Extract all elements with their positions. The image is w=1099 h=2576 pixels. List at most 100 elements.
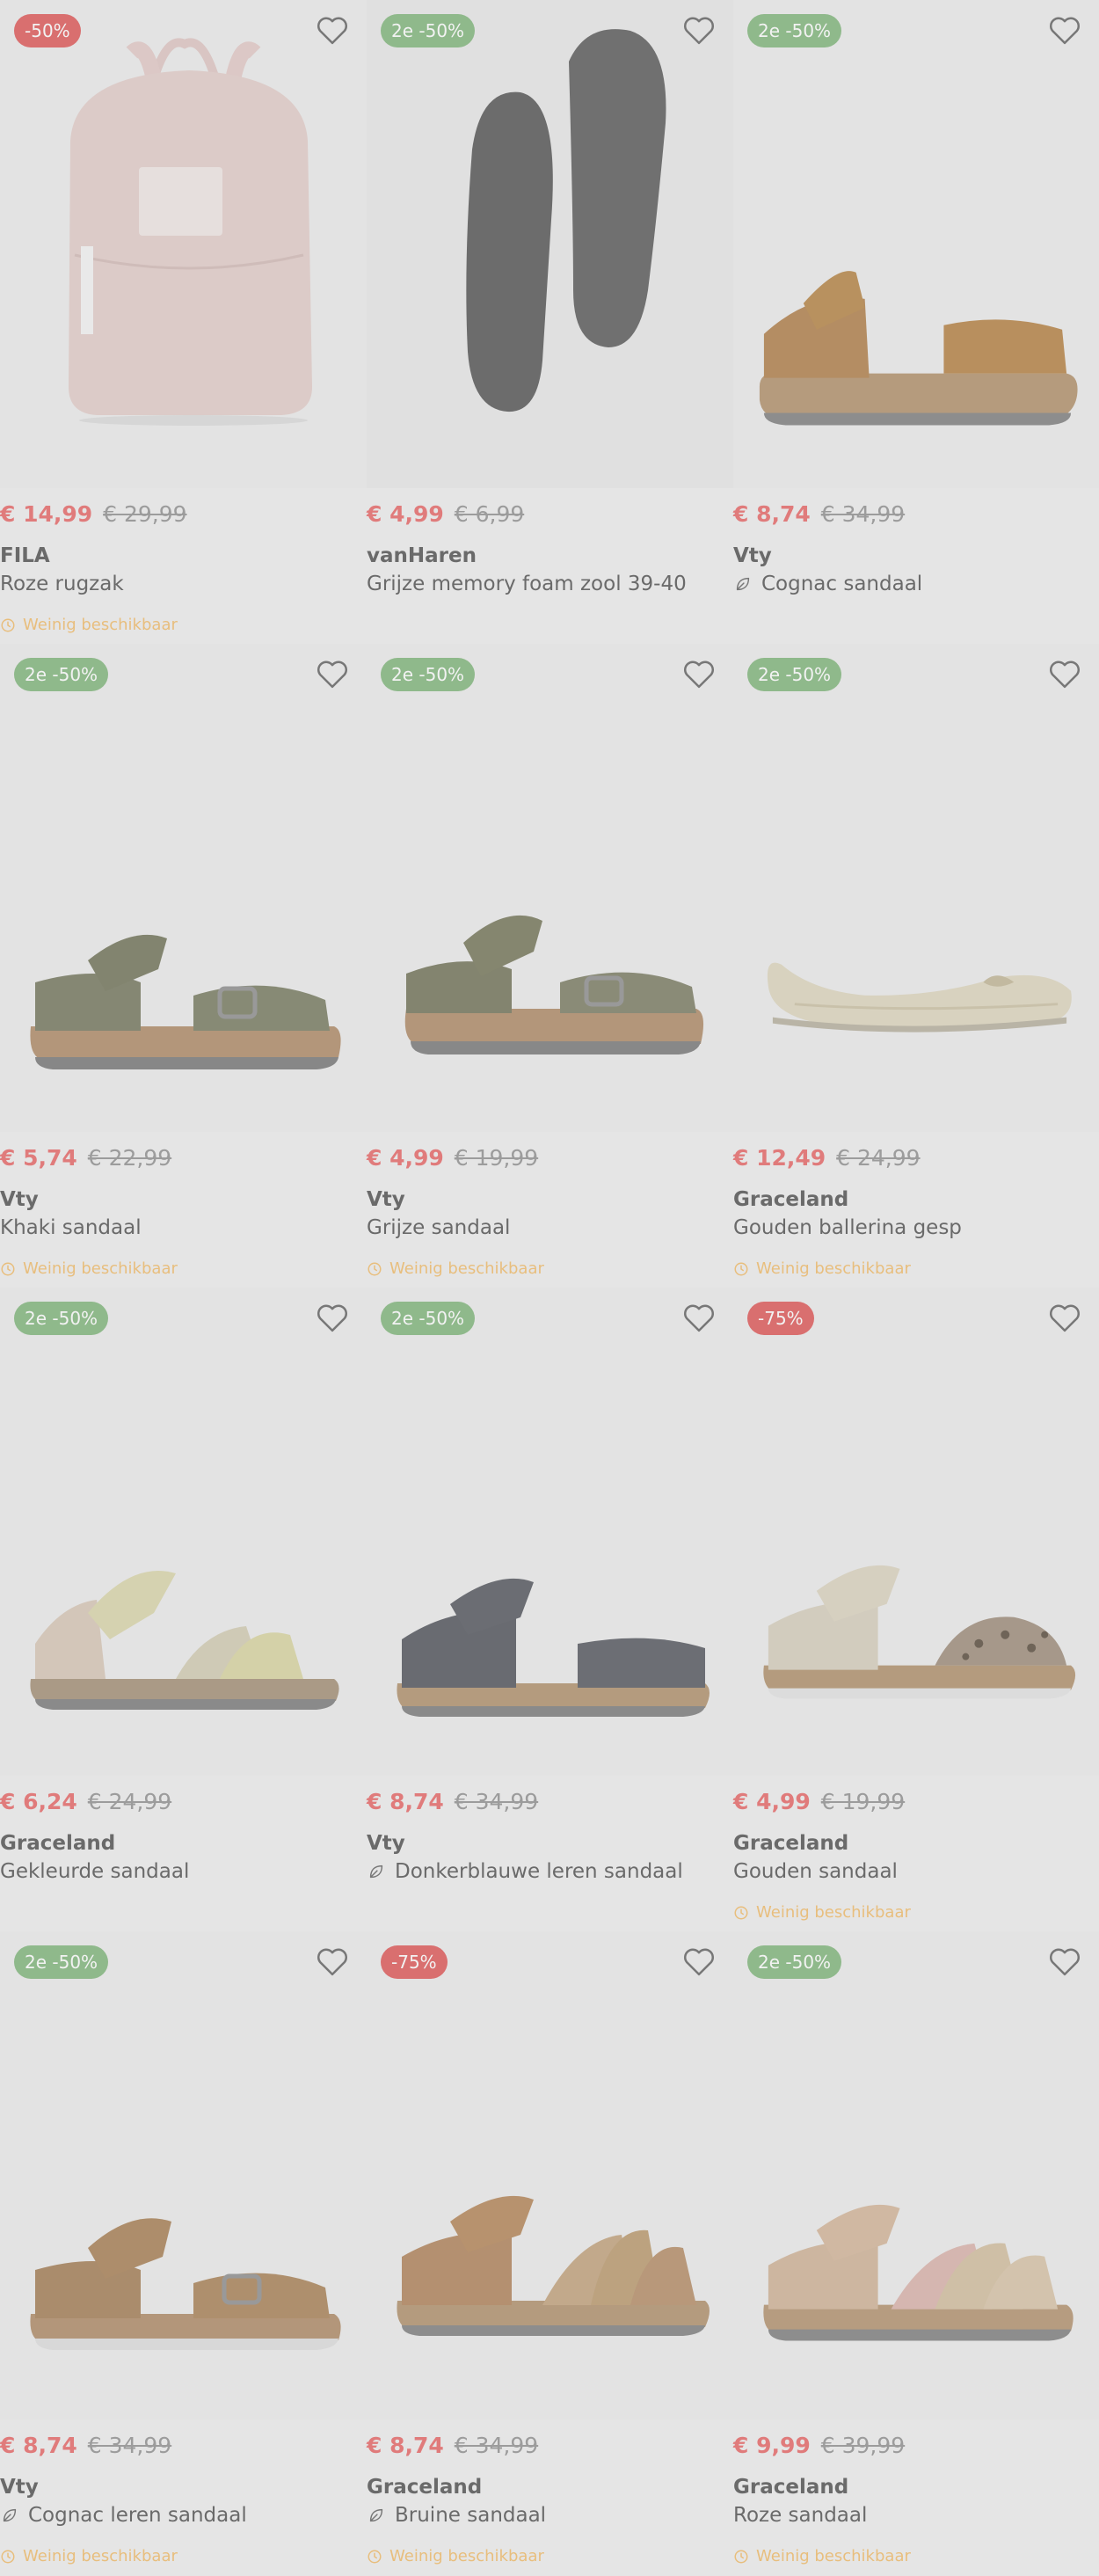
discount-badge: 2e -50% [14,658,109,691]
heart-icon[interactable] [316,660,349,690]
price: € 4,99 [367,1145,444,1171]
product-image-area[interactable]: 2e -50% [733,644,1099,1132]
price: € 14,99 [0,501,93,527]
product-card[interactable]: 2e -50% € 4,99 € 6,99 vanHaren Grijze me… [367,0,733,644]
product-card[interactable]: 2e -50% € 12,49 € 24,99 Graceland Gouden… [733,644,1099,1288]
old-price: € 34,99 [454,1789,539,1814]
product-name-text: Cognac sandaal [761,573,923,595]
brand: Graceland [733,1832,849,1855]
discount-badge: 2e -50% [747,658,842,691]
price: € 4,99 [733,1789,811,1814]
discount-badge: 2e -50% [381,14,476,47]
price: € 8,74 [0,2433,77,2458]
product-card[interactable]: 2e -50% € 8,74 € 34,99 Vty Donkerblauwe … [367,1288,733,1931]
product-name-text: Gouden sandaal [733,1860,898,1883]
product-name[interactable]: Bruine sandaal [367,2504,546,2527]
price-row: € 9,99 € 39,99 [733,2432,905,2460]
product-image-sandal-navy [367,1288,733,1776]
product-image-area[interactable]: 2e -50% [367,644,733,1132]
product-image-area[interactable]: -50% [0,0,367,488]
heart-icon[interactable] [316,16,349,46]
product-image-area[interactable]: 2e -50% [0,644,367,1132]
discount-badge: -75% [747,1302,814,1335]
old-price: € 19,99 [820,1789,906,1814]
heart-icon[interactable] [1048,660,1081,690]
product-image-sandal-cognac [733,0,1099,488]
product-image-area[interactable]: 2e -50% [367,0,733,488]
product-name[interactable]: Grijze sandaal [367,1216,510,1239]
product-card[interactable]: 2e -50% € 6,24 € 24,99 Graceland Gekleur… [0,1288,367,1931]
discount-badge: -50% [14,14,81,47]
old-price: € 19,99 [454,1145,539,1171]
old-price: € 24,99 [836,1145,921,1171]
discount-badge: 2e -50% [381,1302,476,1335]
price-row: € 4,99 € 19,99 [367,1144,538,1172]
clock-icon [0,617,16,633]
old-price: € 39,99 [820,2433,906,2458]
leaf-icon [733,574,753,594]
product-card[interactable]: -75% € 8,74 € 34,99 Graceland Bruine san… [367,1931,733,2575]
product-name[interactable]: Khaki sandaal [0,1216,142,1239]
product-name[interactable]: Roze sandaal [733,2504,867,2527]
brand: Vty [0,2476,39,2499]
product-name[interactable]: Gouden sandaal [733,1860,898,1883]
product-name-text: Bruine sandaal [395,2504,547,2527]
product-image-area[interactable]: 2e -50% [0,1288,367,1776]
product-name[interactable]: Grijze memory foam zool 39-40 [367,573,687,595]
product-card[interactable]: 2e -50% € 9,99 € 39,99 Graceland Roze sa… [733,1931,1099,2575]
heart-icon[interactable] [682,16,716,46]
clock-icon [367,2549,382,2565]
leaf-icon [367,2506,386,2525]
product-image-area[interactable]: 2e -50% [367,1288,733,1776]
product-name[interactable]: Cognac sandaal [733,573,922,595]
product-card[interactable]: 2e -50% € 5,74 € 22,99 Vty Khaki sandaal… [0,644,367,1288]
stock-text: Weinig beschikbaar [756,2547,911,2565]
product-name-text: Grijze sandaal [367,1216,511,1239]
product-name[interactable]: Gouden ballerina gesp [733,1216,962,1239]
product-name[interactable]: Gekleurde sandaal [0,1860,189,1883]
product-image-sandal-brown-braided [367,1931,733,2419]
product-card[interactable]: -50% € 14,99 € 29,99 FILA Roze rugzak We… [0,0,367,644]
old-price: € 34,99 [87,2433,172,2458]
price: € 9,99 [733,2433,811,2458]
product-card[interactable]: 2e -50% € 8,74 € 34,99 Vty Cognac sandaa… [733,0,1099,644]
product-image-area[interactable]: 2e -50% [0,1931,367,2419]
product-name[interactable]: Donkerblauwe leren sandaal [367,1860,683,1883]
product-card[interactable]: 2e -50% € 4,99 € 19,99 Vty Grijze sandaa… [367,644,733,1288]
discount-badge: 2e -50% [381,658,476,691]
brand: Vty [0,1188,39,1211]
discount-badge: -75% [381,1945,448,1979]
brand: Vty [733,544,772,567]
product-name-text: Roze rugzak [0,573,124,595]
product-grid: -50% € 14,99 € 29,99 FILA Roze rugzak We… [0,0,1099,2575]
heart-icon[interactable] [1048,1947,1081,1977]
product-card[interactable]: -75% € 4,99 € 19,99 Graceland Gouden san… [733,1288,1099,1931]
price-row: € 14,99 € 29,99 [0,500,187,529]
product-image-sandal-cognac-leather [0,1931,367,2419]
stock-status: Weinig beschikbaar [733,1259,911,1278]
heart-icon[interactable] [316,1947,349,1977]
heart-icon[interactable] [682,660,716,690]
stock-status: Weinig beschikbaar [0,1259,178,1278]
price: € 5,74 [0,1145,77,1171]
product-name[interactable]: Cognac leren sandaal [0,2504,247,2527]
price-row: € 5,74 € 22,99 [0,1144,171,1172]
product-name-text: Gekleurde sandaal [0,1860,190,1883]
price-row: € 8,74 € 34,99 [367,1788,538,1816]
discount-badge: 2e -50% [747,14,842,47]
product-card[interactable]: 2e -50% € 8,74 € 34,99 Vty Cognac leren … [0,1931,367,2575]
product-name[interactable]: Roze rugzak [0,573,124,595]
stock-status: Weinig beschikbaar [733,1903,911,1922]
product-image-area[interactable]: 2e -50% [733,0,1099,488]
discount-badge: 2e -50% [14,1302,109,1335]
product-image-area[interactable]: -75% [367,1931,733,2419]
heart-icon[interactable] [682,1947,716,1977]
heart-icon[interactable] [316,1303,349,1333]
heart-icon[interactable] [1048,16,1081,46]
heart-icon[interactable] [1048,1303,1081,1333]
price: € 4,99 [367,501,444,527]
product-image-sandal-pink-braided [733,1931,1099,2419]
product-image-area[interactable]: -75% [733,1288,1099,1776]
product-image-area[interactable]: 2e -50% [733,1931,1099,2419]
heart-icon[interactable] [682,1303,716,1333]
